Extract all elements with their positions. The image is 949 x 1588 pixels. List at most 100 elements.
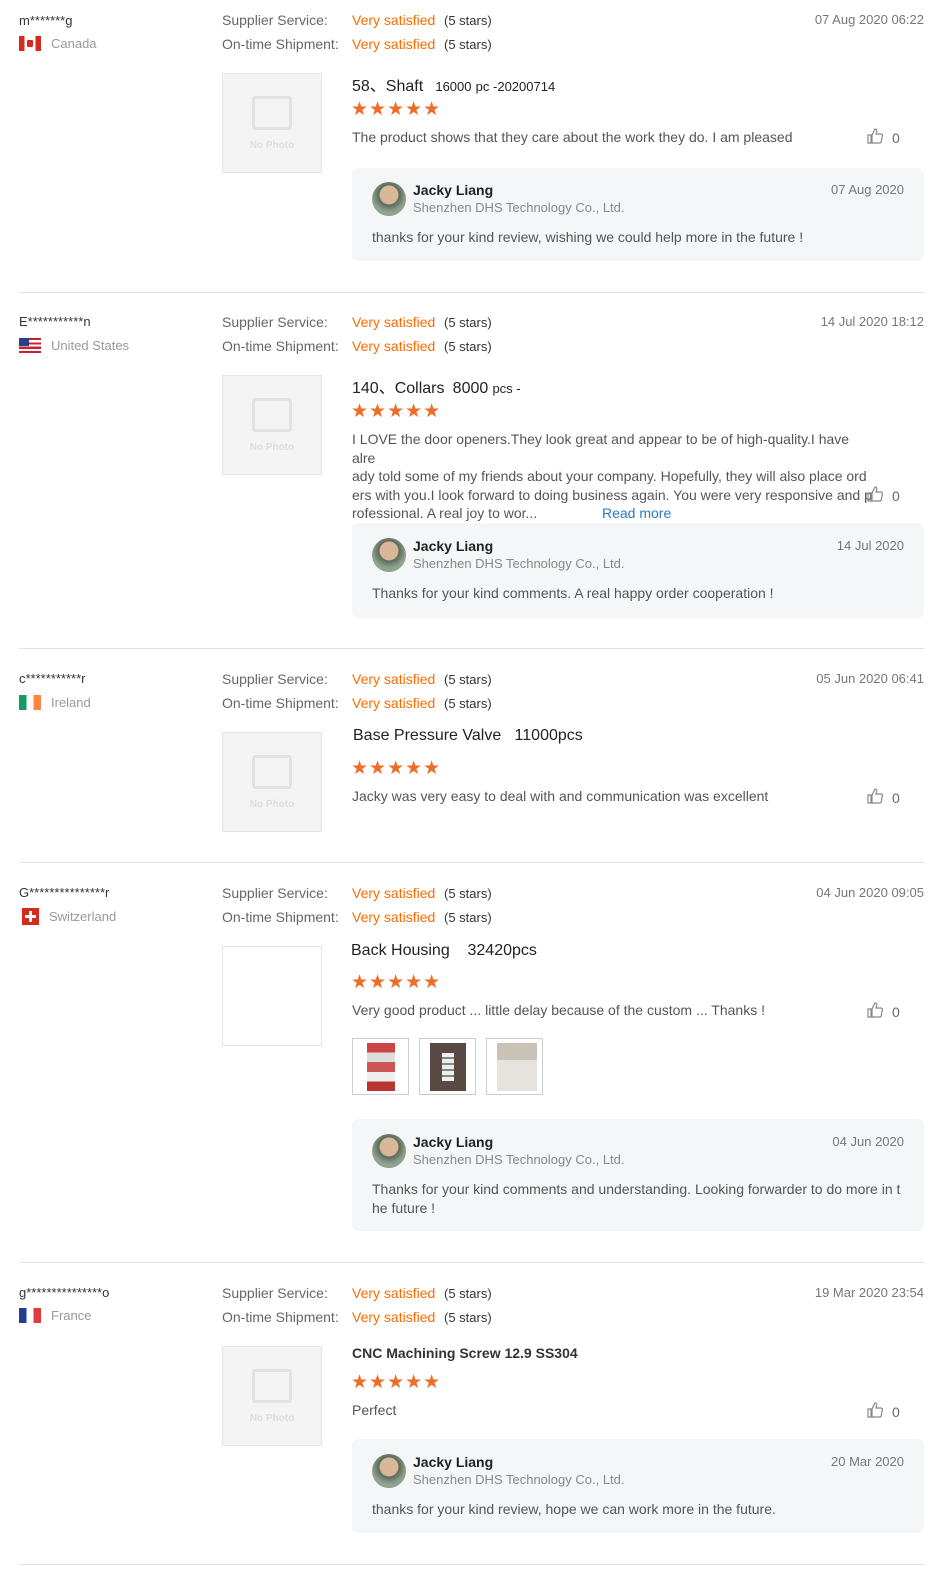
supplier-service-stars: (5 stars)	[444, 315, 492, 330]
product-photo-placeholder[interactable]: No Photo	[222, 73, 322, 173]
ontime-shipment-value: Very satisfied	[352, 1309, 436, 1325]
like-count: 0	[892, 1003, 900, 1020]
product-photo[interactable]	[222, 946, 322, 1046]
reviewer-country: United States	[19, 338, 129, 353]
reply-company: Shenzhen DHS Technology Co., Ltd.	[413, 200, 625, 215]
thumbs-up-icon	[866, 787, 884, 808]
read-more-link[interactable]: Read more	[602, 504, 671, 523]
supplier-service-label: Supplier Service:	[222, 885, 328, 901]
like-button[interactable]: 0	[866, 127, 900, 148]
no-photo-label: No Photo	[249, 139, 295, 151]
comment-last-line: rofessional. A real joy to wor... Read m…	[352, 504, 872, 523]
review-card: c***********r Ireland Supplier Service: …	[0, 658, 949, 862]
product-title: CNC Machining Screw 12.9 SS304	[352, 1345, 578, 1361]
avatar	[372, 182, 406, 216]
review-date: 07 Aug 2020 06:22	[814, 12, 924, 27]
country-label: Switzerland	[49, 909, 117, 924]
like-button[interactable]: 0	[866, 1401, 900, 1422]
ontime-shipment-label: On-time Shipment:	[222, 695, 339, 711]
ontime-shipment-stars: (5 stars)	[444, 1310, 492, 1325]
reply-author: Jacky Liang	[413, 1134, 494, 1150]
divider	[19, 862, 924, 863]
product-photo-placeholder[interactable]: No Photo	[222, 732, 322, 832]
supplier-service-label: Supplier Service:	[222, 314, 328, 330]
supplier-service-stars: (5 stars)	[444, 886, 492, 901]
review-card: E***********n United States Supplier Ser…	[0, 302, 949, 648]
reviewer-country: France	[19, 1308, 91, 1323]
supplier-service-value: Very satisfied	[352, 314, 436, 330]
thumbs-up-icon	[866, 127, 884, 148]
no-photo-label: No Photo	[249, 798, 295, 810]
like-count: 0	[892, 129, 900, 146]
product-order-ref: pc -20200714	[475, 79, 556, 94]
supplier-service-value: Very satisfied	[352, 1285, 436, 1301]
like-count: 0	[892, 1403, 900, 1420]
image-placeholder-icon	[252, 95, 292, 130]
review-comment: Jacky was very easy to deal with and com…	[352, 788, 769, 804]
supplier-service-label: Supplier Service:	[222, 12, 328, 28]
review-comment: The product shows that they care about t…	[352, 129, 793, 145]
reply-text-line: he future !	[372, 1199, 436, 1216]
comment-line: ady told some of my friends about your c…	[352, 468, 867, 484]
like-button[interactable]: 0	[866, 787, 900, 808]
like-count: 0	[892, 789, 900, 806]
ontime-shipment-value: Very satisfied	[352, 695, 436, 711]
supplier-reply: Jacky Liang Shenzhen DHS Technology Co.,…	[352, 1119, 924, 1231]
reply-company: Shenzhen DHS Technology Co., Ltd.	[413, 556, 625, 571]
supplier-service-value: Very satisfied	[352, 885, 436, 901]
rating-stars: ★★★★★	[351, 1372, 442, 1393]
ontime-shipment-stars: (5 stars)	[444, 339, 492, 354]
product-name: 140、Collars	[352, 380, 445, 397]
country-label: Ireland	[51, 695, 91, 710]
product-quantity: 8000	[452, 380, 489, 397]
rating-stars: ★★★★★	[351, 99, 442, 120]
country-label: United States	[51, 338, 130, 353]
thumbs-up-icon	[866, 1401, 884, 1422]
divider	[19, 1262, 924, 1263]
reviewer-name: c***********r	[19, 671, 86, 686]
reply-author: Jacky Liang	[413, 1454, 494, 1470]
like-button[interactable]: 0	[866, 1001, 900, 1022]
supplier-service-stars: (5 stars)	[444, 1286, 492, 1301]
divider	[19, 1564, 924, 1565]
rating-stars: ★★★★★	[351, 972, 442, 993]
product-name: 58、Shaft	[352, 78, 424, 95]
country-label: France	[51, 1308, 92, 1323]
reply-company: Shenzhen DHS Technology Co., Ltd.	[413, 1472, 625, 1487]
like-button[interactable]: 0	[866, 485, 900, 506]
review-image-thumbnail[interactable]	[486, 1038, 543, 1095]
supplier-service-label: Supplier Service:	[222, 1285, 328, 1301]
comment-line: rofessional. A real joy to wor...	[352, 505, 538, 521]
supplier-reply: Jacky Liang Shenzhen DHS Technology Co.,…	[352, 168, 924, 261]
supplier-service-stars: (5 stars)	[444, 13, 492, 28]
reviewer-name: g***************o	[19, 1285, 110, 1300]
reply-text: Thanks for your kind comments. A real ha…	[372, 585, 774, 601]
supplier-reply: Jacky Liang Shenzhen DHS Technology Co.,…	[352, 523, 924, 618]
ontime-shipment-label: On-time Shipment:	[222, 1309, 339, 1325]
product-photo-placeholder[interactable]: No Photo	[222, 375, 322, 475]
comment-line: I LOVE the door openers.They look great …	[352, 431, 850, 466]
reviewer-country: Canada	[19, 36, 97, 51]
rating-stars: ★★★★★	[351, 758, 442, 779]
supplier-service-label: Supplier Service:	[222, 671, 328, 687]
switzerland-flag-icon	[22, 908, 39, 925]
review-image-thumbnail[interactable]	[419, 1038, 476, 1095]
product-photo-placeholder[interactable]: No Photo	[222, 1346, 322, 1446]
review-image-thumbnail[interactable]	[352, 1038, 409, 1095]
reviewer-country: Ireland	[19, 695, 91, 710]
supplier-service-stars: (5 stars)	[444, 672, 492, 687]
image-placeholder-icon	[252, 397, 292, 432]
ireland-flag-icon	[19, 695, 41, 710]
rating-stars: ★★★★★	[351, 401, 442, 422]
review-date: 19 Mar 2020 23:54	[814, 1285, 924, 1300]
ontime-shipment-value: Very satisfied	[352, 909, 436, 925]
reply-text-line: Thanks for your kind comments and unders…	[372, 1181, 901, 1197]
canada-flag-icon	[19, 36, 41, 51]
reviewer-country: Switzerland	[19, 908, 116, 925]
reply-text: thanks for your kind review, hope we can…	[372, 1501, 776, 1517]
ontime-shipment-stars: (5 stars)	[444, 696, 492, 711]
reply-date: 14 Jul 2020	[836, 538, 904, 553]
supplier-service-value: Very satisfied	[352, 671, 436, 687]
ontime-shipment-value: Very satisfied	[352, 338, 436, 354]
product-title: Base Pressure Valve 11000pcs	[353, 727, 583, 744]
